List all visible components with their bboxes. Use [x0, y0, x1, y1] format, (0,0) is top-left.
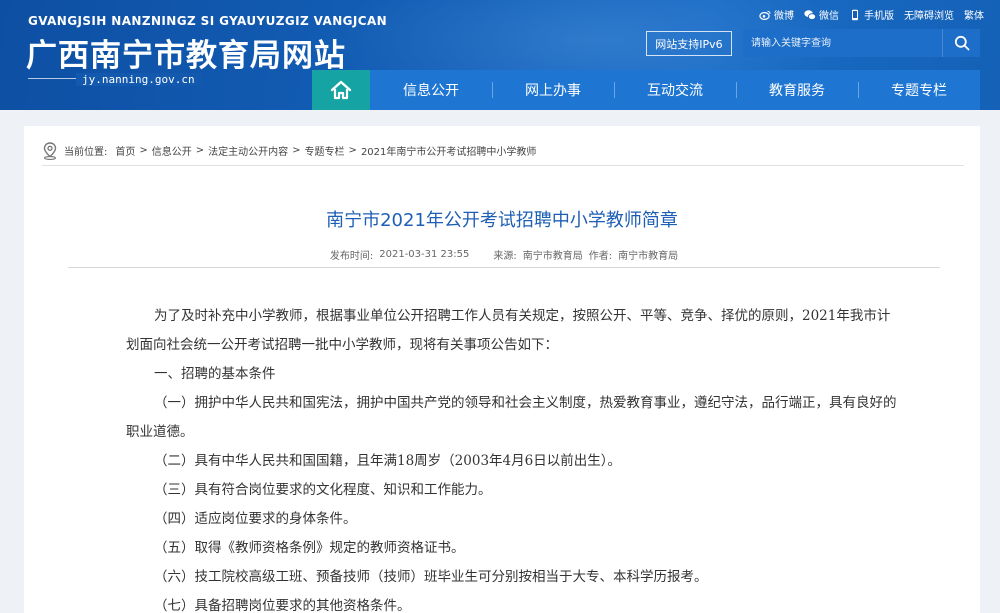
breadcrumb-label: 当前位置:: [64, 147, 108, 158]
article-section-heading: 一、招聘的基本条件: [154, 366, 276, 382]
wechat-icon: [804, 9, 816, 20]
accessibility-label: 无障碍浏览: [904, 11, 954, 22]
search-button[interactable]: [942, 29, 980, 57]
weibo-icon: [759, 10, 771, 20]
breadcrumb-separator: >: [195, 145, 205, 156]
source-label: 来源:: [493, 251, 517, 262]
publish-time-label: 发布时间:: [329, 251, 374, 262]
article-paragraph: （六）技工院校高级工班、预备技师（技师）班毕业生可分别按相当于大专、本科学历报考…: [154, 569, 708, 585]
weibo-label: 微博: [774, 11, 794, 22]
wechat-label: 微信: [819, 11, 839, 22]
nav-online-services[interactable]: 网上办事: [492, 70, 614, 110]
traditional-chinese-label: 繁体: [964, 11, 984, 22]
site-title[interactable]: 广西南宁市教育局网站: [26, 30, 346, 75]
breadcrumb-special-topics[interactable]: 专题专栏: [305, 143, 345, 158]
breadcrumb-separator: >: [348, 145, 357, 156]
nav-home[interactable]: [312, 70, 370, 110]
article-paragraph: （一）拥护中华人民共和国宪法，拥护中国共产党的领导和社会主义制度，热爱教育事业，…: [126, 395, 897, 440]
search-icon: [954, 35, 969, 51]
breadcrumb-current[interactable]: 2021年南宁市公开考试招聘中小学教师: [361, 143, 536, 158]
breadcrumb: 当前位置: 首页 > 信息公开 > 法定主动公开内容 > 专题专栏 > 2021…: [42, 136, 964, 166]
nav-special-topics[interactable]: 专题专栏: [858, 70, 980, 110]
mobile-icon: [852, 9, 858, 20]
ipv6-badge: 网站支持IPv6: [646, 31, 732, 56]
nav-info-disclosure[interactable]: 信息公开: [370, 70, 492, 110]
article-title: 南宁市2021年公开考试招聘中小学教师简章: [326, 210, 678, 231]
wechat-link[interactable]: 微信: [804, 7, 839, 22]
site-name-pinyin: GVANGJSIH NANZNINGZ SI GYAUYUZGIZ VANGJC…: [28, 14, 388, 28]
accessibility-link[interactable]: 无障碍浏览: [904, 7, 954, 22]
weibo-link[interactable]: 微博: [759, 7, 794, 22]
author-label: 作者:: [588, 251, 613, 262]
article-paragraph: （四）适应岗位要求的身体条件。: [154, 511, 357, 527]
main-nav: 信息公开 网上办事 互动交流 教育服务 专题专栏: [312, 70, 980, 110]
location-pin-icon: [42, 141, 58, 160]
publish-time: 2021-03-31 23:55: [379, 249, 470, 260]
breadcrumb-statutory-content[interactable]: 法定主动公开内容: [208, 143, 288, 158]
content-panel: 当前位置: 首页 > 信息公开 > 法定主动公开内容 > 专题专栏 > 2021…: [24, 126, 980, 613]
article-paragraph: （三）具有符合岗位要求的文化程度、知识和工作能力。: [154, 482, 492, 498]
article-body: 为了及时补充中小学教师，根据事业单位公开招聘工作人员有关规定，按照公开、平等、竞…: [126, 302, 902, 613]
search-input[interactable]: [743, 29, 942, 57]
breadcrumb-separator: >: [292, 145, 301, 156]
traditional-chinese-link[interactable]: 繁体: [964, 7, 984, 22]
nav-interaction[interactable]: 互动交流: [614, 70, 736, 110]
article-paragraph: 为了及时补充中小学教师，根据事业单位公开招聘工作人员有关规定，按照公开、平等、竞…: [126, 308, 891, 353]
site-header: GVANGJSIH NANZNINGZ SI GYAUYUZGIZ VANGJC…: [0, 0, 1000, 110]
nav-education-services[interactable]: 教育服务: [736, 70, 858, 110]
breadcrumb-info-disclosure[interactable]: 信息公开: [152, 143, 192, 158]
article-meta: 发布时间: 2021-03-31 23:55 来源: 南宁市教育局 作者: 南宁…: [68, 242, 940, 268]
home-icon: [330, 80, 352, 100]
article-paragraph: （二）具有中华人民共和国国籍，且年满18周岁（2003年4月6日以前出生）。: [154, 453, 621, 469]
author: 南宁市教育局: [618, 251, 679, 262]
top-links: 微博 微信 手机版 无障碍浏览 繁体: [759, 7, 984, 22]
breadcrumb-separator: >: [139, 145, 148, 156]
source: 南宁市教育局: [522, 251, 583, 262]
mobile-label: 手机版: [864, 11, 894, 22]
article-paragraph: （七）具备招聘岗位要求的其他资格条件。: [154, 598, 411, 613]
breadcrumb-home[interactable]: 首页: [115, 143, 135, 158]
site-domain: jy.nanning.gov.cn: [76, 73, 201, 86]
article-paragraph: （五）取得《教师资格条例》规定的教师资格证书。: [154, 540, 465, 556]
mobile-link[interactable]: 手机版: [849, 7, 894, 22]
